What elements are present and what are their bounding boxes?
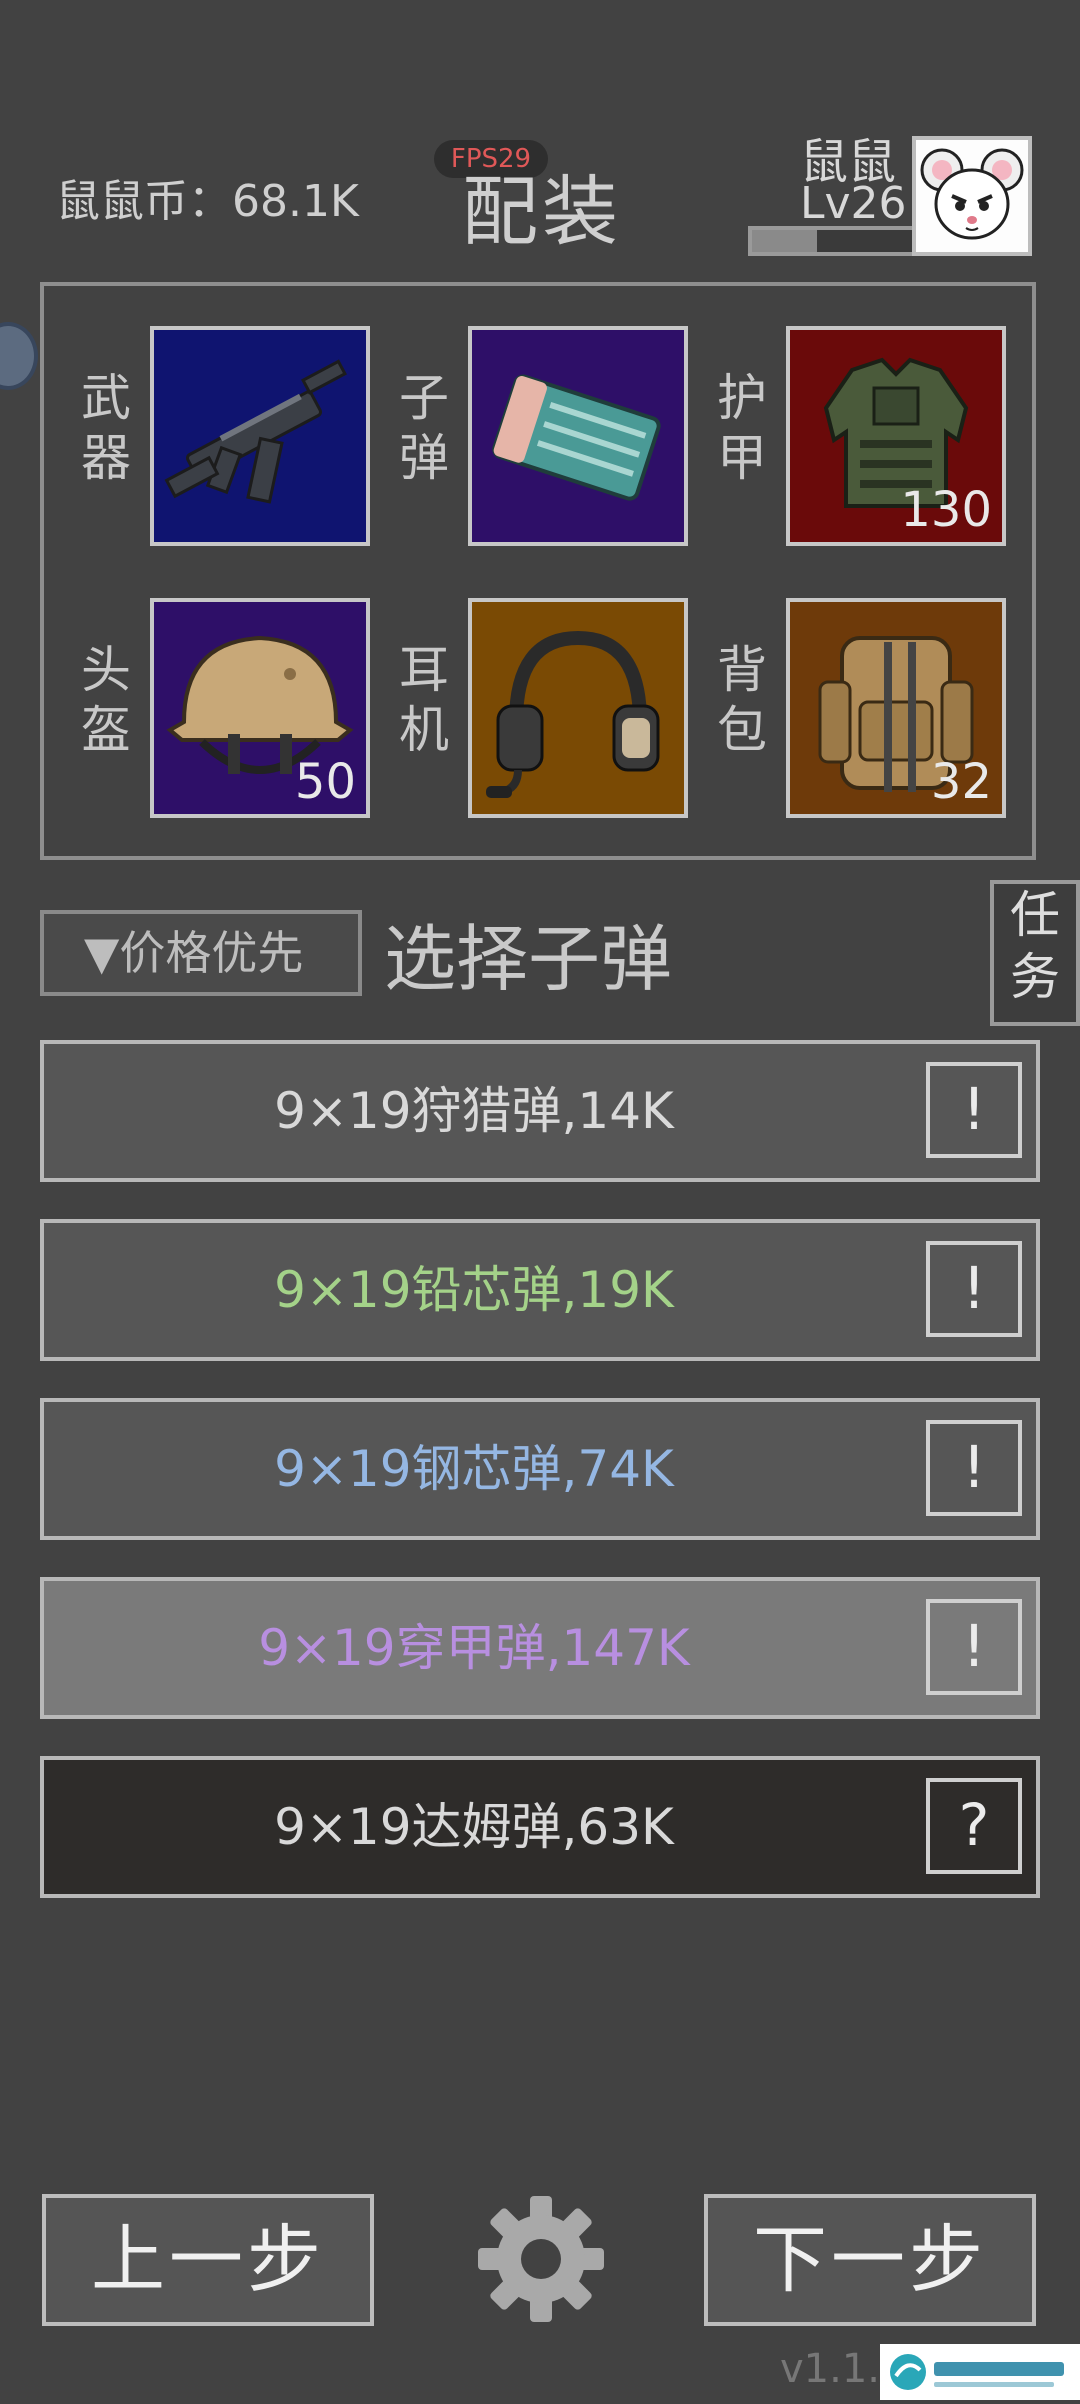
ammo-row-selected[interactable]: 9×19穿甲弹,147K ! [40, 1577, 1040, 1719]
slot-label-ammo: 子弹 [399, 369, 449, 487]
backpack-slot[interactable]: 32 [786, 598, 1006, 818]
task-button[interactable]: 任务 [990, 880, 1080, 1026]
slot-label-headset: 耳机 [399, 641, 449, 759]
next-step-button[interactable]: 下一步 [704, 2194, 1036, 2326]
ammo-info-button[interactable]: ! [926, 1599, 1022, 1695]
page-title: 配装 [462, 167, 622, 256]
slot-label-armor: 护甲 [717, 369, 767, 487]
sort-price-button[interactable]: ▼价格优先 [40, 910, 362, 996]
coin-balance: 鼠鼠币：68.1K [56, 176, 359, 227]
ammo-row-label: 9×19狩猎弹,14K [274, 1082, 674, 1140]
weapon-slot[interactable] [150, 326, 370, 546]
helmet-slot[interactable]: 50 [150, 598, 370, 818]
ammo-row-label: 9×19穿甲弹,147K [258, 1619, 690, 1677]
watermark-logo [880, 2344, 1080, 2400]
ammo-row[interactable]: 9×19铅芯弹,19K ! [40, 1219, 1040, 1361]
gear-icon [478, 2196, 604, 2322]
player-level: Lv26 [800, 178, 907, 229]
backpack-capacity: 32 [930, 754, 992, 810]
prev-step-button[interactable]: 上一步 [42, 2194, 374, 2326]
settings-button[interactable] [474, 2192, 608, 2326]
select-ammo-heading: 选择子弹 [384, 917, 673, 1001]
version-label: v1.1. [780, 2346, 880, 2392]
headset-slot[interactable] [468, 598, 688, 818]
ammo-slot[interactable] [468, 326, 688, 546]
ammo-unknown-button[interactable]: ? [926, 1778, 1022, 1874]
slot-label-helmet: 头盔 [81, 641, 131, 759]
ammo-row-label: 9×19钢芯弹,74K [274, 1440, 674, 1498]
ammo-box-icon [492, 374, 661, 501]
side-bubble[interactable] [0, 322, 38, 390]
ammo-row[interactable]: 9×19钢芯弹,74K ! [40, 1398, 1040, 1540]
mouse-avatar-icon [920, 148, 1024, 240]
headset-icon [486, 630, 660, 798]
player-avatar[interactable] [912, 136, 1032, 256]
slot-label-backpack: 背包 [717, 641, 767, 759]
armor-durability: 130 [900, 482, 992, 538]
ammo-row-locked[interactable]: 9×19达姆弹,63K ? [40, 1756, 1040, 1898]
ammo-row[interactable]: 9×19狩猎弹,14K ! [40, 1040, 1040, 1182]
slot-label-weapon: 武器 [81, 369, 131, 487]
xp-bar-fill [752, 230, 817, 252]
ammo-info-button[interactable]: ! [926, 1062, 1022, 1158]
ammo-info-button[interactable]: ! [926, 1241, 1022, 1337]
helmet-durability: 50 [294, 754, 356, 810]
watermark-logo-icon [890, 2354, 1064, 2390]
smg-icon [164, 359, 347, 504]
task-button-label: 任务 [1010, 886, 1060, 1006]
ammo-info-button[interactable]: ! [926, 1420, 1022, 1516]
armor-slot[interactable]: 130 [786, 326, 1006, 546]
ammo-row-label: 9×19铅芯弹,19K [274, 1261, 674, 1319]
xp-bar [748, 226, 918, 256]
ammo-row-label: 9×19达姆弹,63K [274, 1798, 674, 1856]
